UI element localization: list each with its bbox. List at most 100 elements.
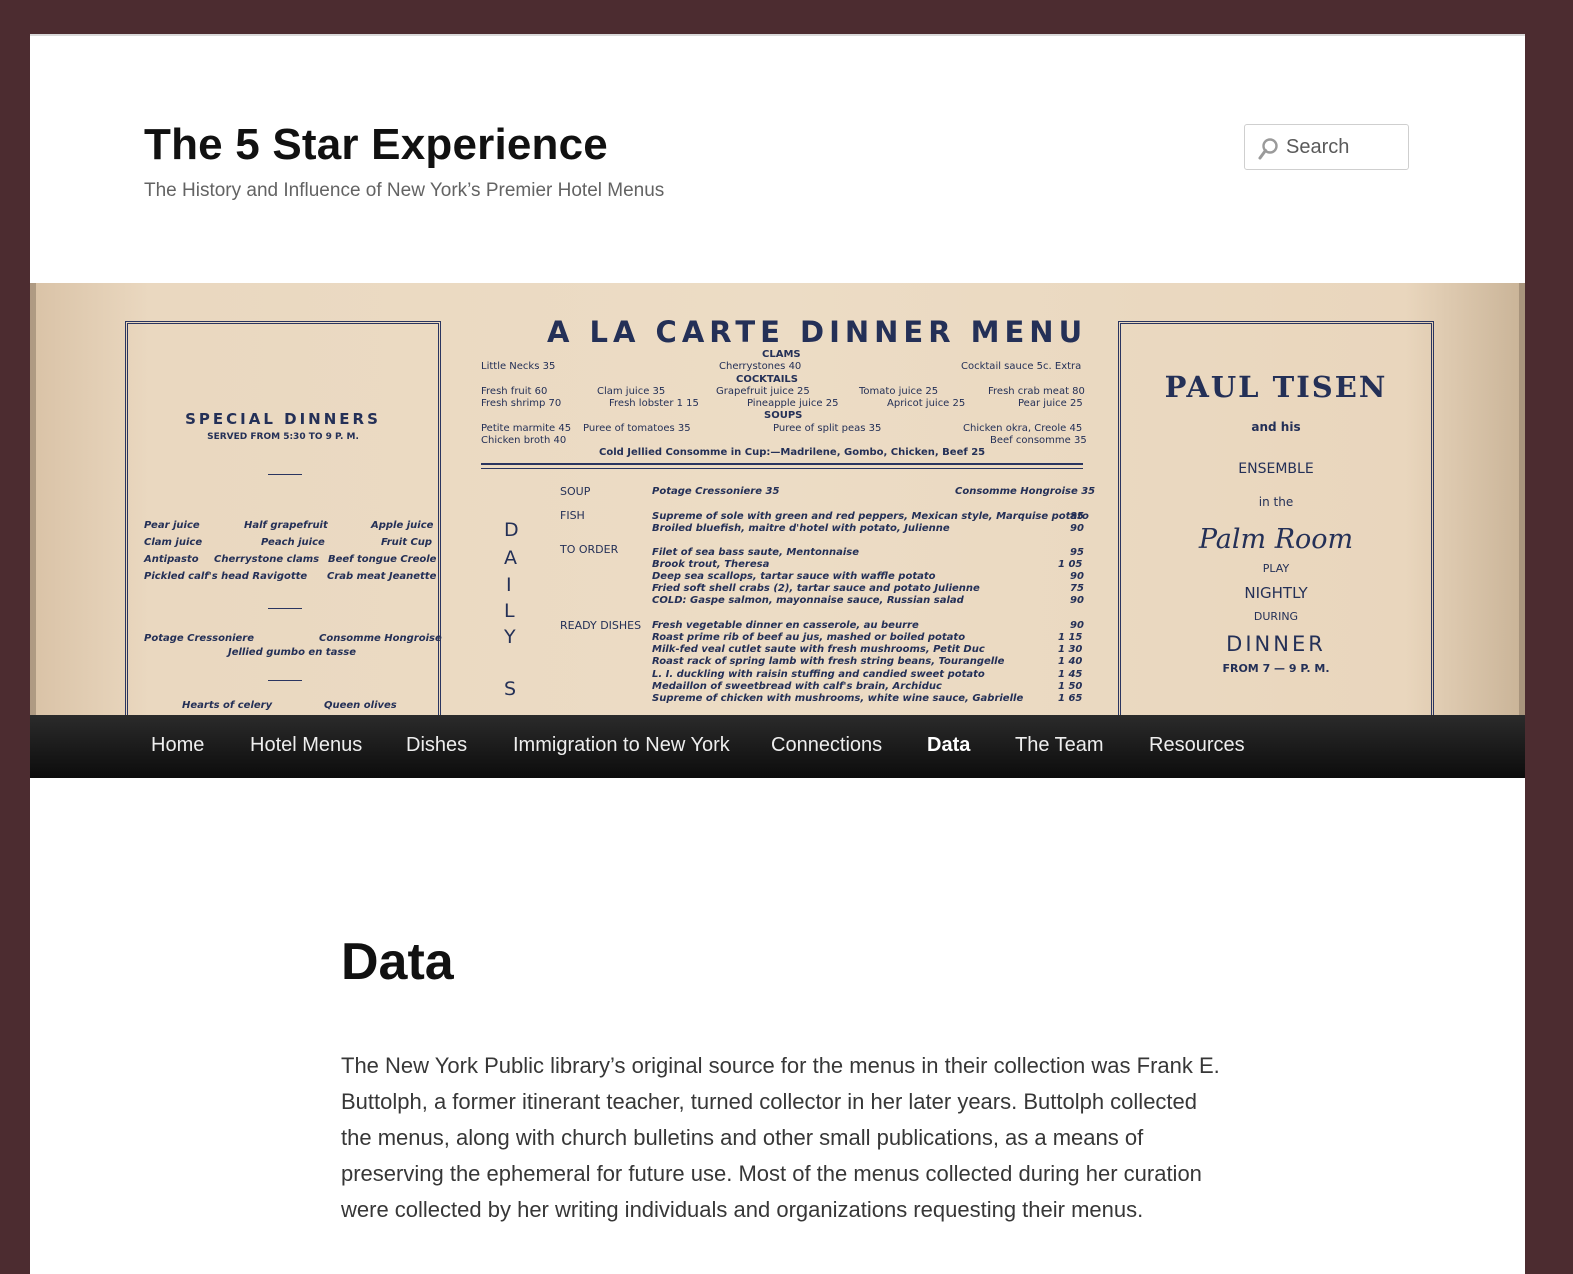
menu-price: 85 — [1070, 511, 1084, 522]
menu-price: 1 45 — [1058, 669, 1083, 680]
panel-line: FROM 7 — 9 P. M. — [1222, 662, 1330, 675]
menu-price: 90 — [1070, 620, 1084, 631]
menu-item: Peach juice — [261, 537, 325, 548]
daily-letter: S — [504, 678, 517, 700]
menu-section-label: READY DISHES — [560, 619, 642, 632]
search-input[interactable] — [1286, 133, 1401, 161]
menu-line: Pineapple juice 25 — [747, 398, 839, 409]
nav-item-resources[interactable]: Resources — [1149, 734, 1245, 757]
menu-line: Tomato juice 25 — [859, 386, 939, 397]
menu-item: Medaillon of sweetbread with calf's brai… — [652, 681, 942, 692]
menu-line: Fresh fruit 60 — [481, 386, 548, 397]
divider — [268, 680, 302, 681]
divider — [481, 468, 1083, 469]
nav-item-immigration[interactable]: Immigration to New York — [513, 734, 730, 757]
menu-item: Pear juice — [144, 520, 200, 531]
menu-line: Cocktail sauce 5c. Extra — [961, 361, 1082, 372]
menu-item: Supreme of sole with green and red peppe… — [652, 511, 1089, 522]
image-edge — [30, 283, 36, 715]
palm-room-panel: PAUL TISEN and his ENSEMBLE in the Palm … — [1118, 321, 1434, 715]
menu-line: Cherrystones 40 — [719, 361, 802, 372]
divider — [481, 463, 1083, 465]
ensemble-leader: PAUL TISEN — [1164, 370, 1388, 404]
menu-line: Petite marmite 45 — [481, 423, 572, 434]
menu-item: Roast rack of spring lamb with fresh str… — [652, 656, 1005, 667]
menu-item: Consomme Hongroise 35 — [955, 486, 1096, 497]
menu-price: 1 50 — [1058, 681, 1083, 692]
panel-line: DURING — [1253, 610, 1299, 623]
menu-line: Fresh shrimp 70 — [481, 398, 562, 409]
menu-item: Half grapefruit — [244, 520, 328, 531]
image-edge — [1519, 283, 1525, 715]
menu-price: 1 40 — [1058, 656, 1083, 667]
menu-line: Chicken broth 40 — [481, 435, 567, 446]
menu-section-label: TO ORDER — [560, 543, 619, 556]
daily-letter: L — [504, 600, 515, 622]
menu-item: Pickled calf's head Ravigotte — [144, 571, 308, 582]
panel-line: DINNER — [1226, 632, 1326, 656]
menu-item: Apple juice — [371, 520, 434, 531]
menu-item: Jellied gumbo en tasse — [228, 647, 357, 658]
site-title[interactable]: The 5 Star Experience — [144, 120, 608, 170]
nav-item-data[interactable]: Data — [927, 734, 970, 757]
menu-price: 90 — [1070, 571, 1084, 582]
panel-line: and his — [1251, 420, 1301, 434]
nav-item-dishes[interactable]: Dishes — [406, 734, 467, 757]
menu-price: 1 65 — [1058, 693, 1083, 704]
panel-line: NIGHTLY — [1244, 584, 1308, 602]
menu-heading: A LA CARTE DINNER MENU — [547, 315, 1088, 349]
menu-item: Filet of sea bass saute, Mentonnaise — [652, 547, 860, 558]
page-title: Data — [341, 933, 454, 991]
menu-item: Cherrystone clams — [214, 554, 320, 565]
menu-item: Crab meat Jeanette — [327, 571, 437, 582]
nav-item-connections[interactable]: Connections — [771, 734, 882, 757]
menu-price: 95 — [1070, 547, 1084, 558]
divider — [268, 474, 302, 475]
menu-item: COLD: Gaspe salmon, mayonnaise sauce, Ru… — [652, 595, 964, 606]
page: The 5 Star Experience The History and In… — [30, 34, 1525, 1274]
main-navigation: Home Hotel Menus Dishes Immigration to N… — [30, 715, 1525, 778]
menu-item: Antipasto — [144, 554, 199, 565]
menu-item: Beef tongue Creole — [328, 554, 437, 565]
daily-letter: D — [504, 519, 519, 541]
menu-section-label: SOUP — [560, 485, 591, 498]
menu-item: Fried soft shell crabs (2), tartar sauce… — [652, 583, 980, 594]
menu-price: 1 15 — [1058, 632, 1083, 643]
menu-line: Apricot juice 25 — [887, 398, 966, 409]
nav-item-hotel-menus[interactable]: Hotel Menus — [250, 734, 362, 757]
menu-price: 1 30 — [1058, 644, 1083, 655]
menu-item: Brook trout, Theresa — [652, 559, 770, 570]
menu-line: Grapefruit juice 25 — [716, 386, 810, 397]
menu-item: Consomme Hongroise — [319, 633, 442, 644]
menu-item: Broiled bluefish, maitre d'hotel with po… — [652, 523, 950, 534]
menu-line: Cold Jellied Consomme in Cup:—Madrilene,… — [599, 447, 986, 458]
menu-item: Hearts of celery — [182, 700, 273, 711]
nav-item-home[interactable]: Home — [151, 734, 204, 757]
menu-item: Supreme of chicken with mushrooms, white… — [652, 693, 1024, 704]
menu-section-label: COCKTAILS — [736, 374, 799, 385]
menu-price: 75 — [1070, 583, 1084, 594]
search-box[interactable] — [1244, 124, 1409, 170]
menu-item: Roast prime rib of beef au jus, mashed o… — [652, 632, 966, 643]
menu-item: Clam juice — [144, 537, 203, 548]
menu-line: Puree of split peas 35 — [773, 423, 882, 434]
menu-line: Fresh lobster 1 15 — [609, 398, 699, 409]
menu-item: L. I. duckling with raisin stuffing and … — [652, 669, 985, 680]
menu-line: Chicken okra, Creole 45 — [963, 423, 1083, 434]
menu-item: Potage Cressoniere 35 — [652, 486, 780, 497]
site-description: The History and Influence of New York’s … — [144, 180, 665, 201]
menu-price: 90 — [1070, 523, 1084, 534]
menu-line: Pear juice 25 — [1018, 398, 1083, 409]
menu-section-label: FISH — [560, 509, 585, 522]
menu-section-label: SOUPS — [764, 410, 803, 421]
menu-item: Queen olives — [324, 700, 397, 711]
menu-price: 1 05 — [1058, 559, 1083, 570]
special-dinners-title: SPECIAL DINNERS — [185, 410, 381, 428]
daily-letter: I — [506, 574, 512, 596]
header-image[interactable]: SPECIAL DINNERS SERVED FROM 5:30 TO 9 P.… — [30, 283, 1525, 715]
menu-item: Fruit Cup — [381, 537, 433, 548]
special-dinners-hours: SERVED FROM 5:30 TO 9 P. M. — [207, 432, 359, 442]
nav-item-the-team[interactable]: The Team — [1015, 734, 1104, 757]
menu-line: Little Necks 35 — [481, 361, 556, 372]
menu-item: Milk-fed veal cutlet saute with fresh mu… — [652, 644, 985, 655]
